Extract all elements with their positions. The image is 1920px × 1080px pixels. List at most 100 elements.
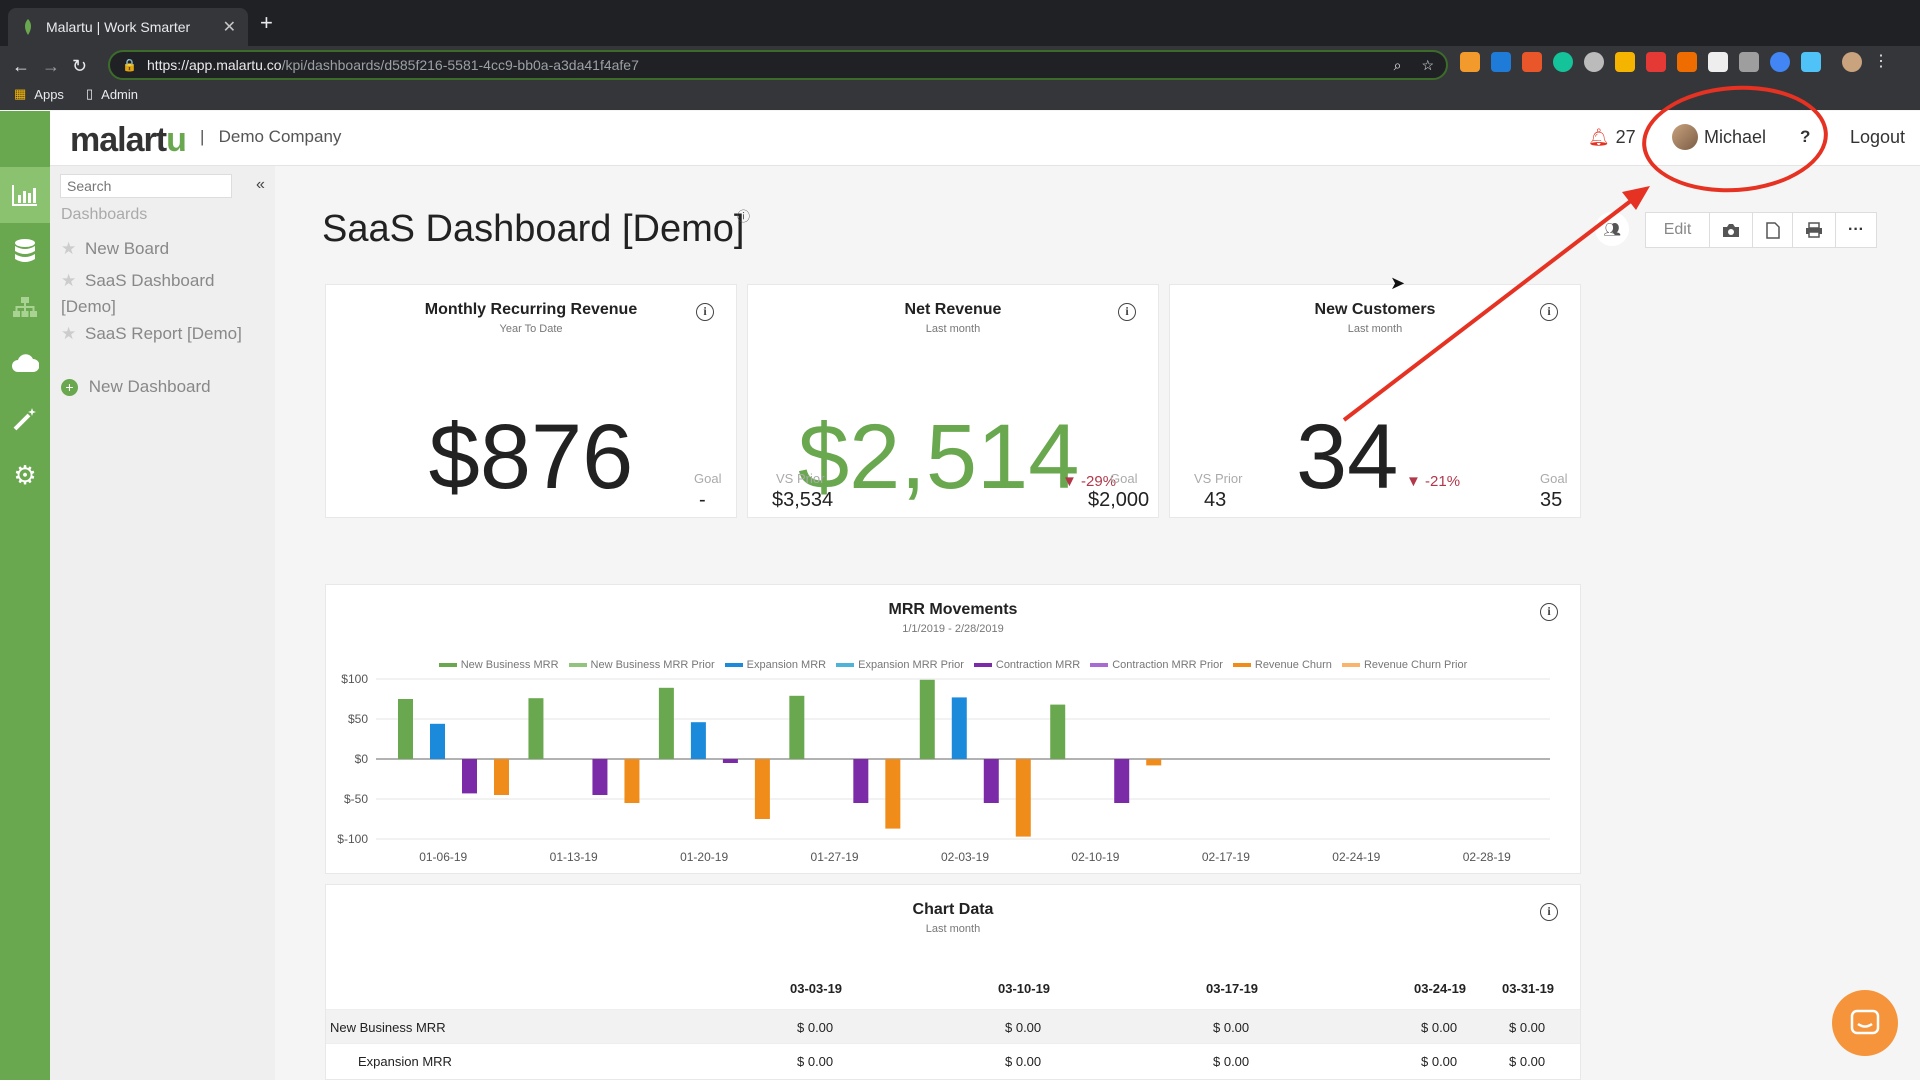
extension-icon[interactable]: [1584, 52, 1604, 72]
chart-bar[interactable]: [592, 759, 608, 795]
x-tick-label: 02-10-19: [1071, 850, 1119, 864]
star-icon[interactable]: ★: [61, 324, 76, 343]
bookmark-apps[interactable]: ▦ Apps: [14, 86, 64, 102]
page-icon: ▯: [86, 86, 94, 101]
chart-bar[interactable]: [951, 697, 967, 759]
url-path: /kpi/dashboards/d585f216-5581-4cc9-bb0a-…: [281, 57, 639, 73]
document-icon[interactable]: [1753, 213, 1793, 247]
user-name: Michael: [1704, 126, 1767, 147]
malartu-favicon-icon: [20, 19, 36, 35]
chart-bar[interactable]: [528, 698, 544, 759]
extension-icon[interactable]: [1770, 52, 1790, 72]
extension-icon[interactable]: [1801, 52, 1821, 72]
chart-bar[interactable]: [919, 679, 935, 759]
sidebar-item-new-board[interactable]: ★ New Board: [61, 236, 261, 262]
chart-bar[interactable]: [690, 722, 706, 759]
team-share-icon[interactable]: 👥︎: [1595, 212, 1629, 246]
star-icon[interactable]: ★: [61, 271, 76, 290]
chart-bar[interactable]: [398, 699, 413, 759]
table-cell: $ 0.00: [797, 1020, 834, 1035]
extension-icon[interactable]: [1615, 52, 1635, 72]
collapse-sidebar-icon[interactable]: «: [256, 176, 265, 194]
sidebar-item-saas-dashboard[interactable]: ★ SaaS Dashboard [Demo]: [61, 268, 261, 320]
notifications-button[interactable]: 🔔︎ 27: [1588, 127, 1636, 148]
star-icon[interactable]: ★: [61, 239, 76, 258]
chart-bar[interactable]: [1015, 759, 1031, 837]
table-column-header: 03-24-19: [1414, 981, 1467, 996]
kpi-goal-label: Goal: [694, 471, 722, 486]
extension-icon[interactable]: [1677, 52, 1697, 72]
chart-bar[interactable]: [624, 759, 640, 803]
reload-icon[interactable]: ↻: [72, 56, 87, 77]
dashboard-toolbar: Edit ···: [1645, 212, 1877, 248]
chart-bar[interactable]: [754, 759, 770, 819]
kpi-prior-label: VS Prior: [776, 471, 825, 486]
kpi-value: $2,514: [798, 406, 1080, 508]
chat-support-button[interactable]: [1832, 990, 1898, 1056]
chart-bar[interactable]: [722, 759, 738, 763]
sidebar-item-saas-report[interactable]: ★ SaaS Report [Demo]: [61, 321, 261, 347]
hierarchy-icon[interactable]: [0, 279, 50, 335]
chart-bar[interactable]: [462, 759, 477, 794]
cloud-icon[interactable]: [0, 335, 50, 391]
chart-bar[interactable]: [983, 759, 999, 803]
kpi-prior-value: 43: [1204, 489, 1227, 511]
user-menu[interactable]: Michael: [1672, 124, 1766, 150]
extension-icon[interactable]: [1522, 52, 1542, 72]
chart-bar[interactable]: [1114, 759, 1130, 803]
kpi-subtitle: Last month: [925, 323, 981, 335]
kpi-subtitle: Year To Date: [499, 323, 563, 335]
print-icon[interactable]: [1793, 213, 1836, 247]
search-input[interactable]: [60, 174, 232, 198]
chart-bar[interactable]: [1146, 759, 1162, 766]
table-cell: $ 0.00: [1213, 1054, 1250, 1069]
logout-button[interactable]: Logout: [1850, 127, 1905, 148]
gear-icon[interactable]: ⚙: [0, 447, 50, 503]
info-icon[interactable]: i: [1118, 303, 1136, 321]
zoom-icon[interactable]: ⌕: [1394, 57, 1402, 74]
info-icon[interactable]: i: [696, 303, 714, 321]
chart-bar[interactable]: [1050, 704, 1066, 759]
profile-avatar-icon[interactable]: [1842, 52, 1862, 72]
bar-chart-icon[interactable]: [0, 167, 50, 223]
new-tab-icon[interactable]: +: [260, 10, 273, 36]
table-cell: $ 0.00: [1421, 1020, 1458, 1035]
chart-bar[interactable]: [789, 695, 805, 759]
more-options-icon[interactable]: ···: [1836, 213, 1876, 247]
browser-menu-icon[interactable]: ⋮: [1873, 52, 1889, 72]
chart-bar[interactable]: [430, 723, 445, 759]
database-icon[interactable]: [0, 223, 50, 279]
plus-icon: +: [61, 379, 78, 396]
edit-button[interactable]: Edit: [1646, 213, 1710, 247]
avatar: [1672, 124, 1698, 150]
forward-icon[interactable]: →: [42, 56, 60, 77]
extension-icon[interactable]: [1491, 52, 1511, 72]
bookmark-admin[interactable]: ▯ Admin: [86, 86, 138, 102]
bookmark-star-icon[interactable]: ☆: [1421, 57, 1434, 74]
row-label: New Business MRR: [330, 1020, 446, 1035]
title-info-icon[interactable]: ⓘ: [737, 206, 750, 225]
kpi-goal-value: 35: [1540, 489, 1563, 511]
extension-icon[interactable]: [1739, 52, 1759, 72]
y-tick-label: $0: [355, 752, 369, 766]
help-button[interactable]: ?: [1800, 127, 1810, 147]
browser-tab[interactable]: Malartu | Work Smarter ✕: [8, 8, 248, 46]
magic-wand-icon[interactable]: [0, 391, 50, 447]
malartu-logo[interactable]: malartu: [70, 121, 187, 160]
extension-icon[interactable]: [1460, 52, 1480, 72]
sidebar-item-new-dashboard[interactable]: + New Dashboard: [61, 374, 261, 400]
chart-bar[interactable]: [494, 759, 509, 795]
address-bar[interactable]: 🔒 https://app.malartu.co /kpi/dashboards…: [108, 50, 1448, 80]
camera-icon[interactable]: [1710, 213, 1753, 247]
back-icon[interactable]: ←: [12, 56, 30, 77]
extension-icon[interactable]: [1646, 52, 1666, 72]
extension-icon[interactable]: [1553, 52, 1573, 72]
info-icon[interactable]: i: [1540, 903, 1558, 921]
chart-bar[interactable]: [853, 759, 869, 803]
chart-bar[interactable]: [658, 687, 674, 759]
chart-bar[interactable]: [885, 759, 901, 829]
info-icon[interactable]: i: [1540, 303, 1558, 321]
close-tab-icon[interactable]: ✕: [223, 17, 236, 37]
x-tick-label: 01-20-19: [680, 850, 728, 864]
extension-icon[interactable]: [1708, 52, 1728, 72]
